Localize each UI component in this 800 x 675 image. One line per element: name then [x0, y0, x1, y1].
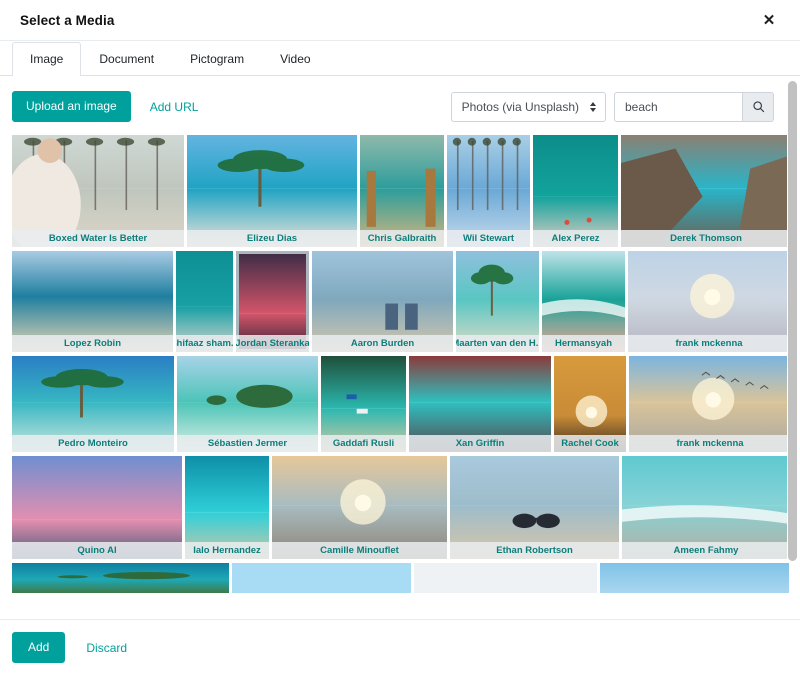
image-credit-label: Derek Thomson	[621, 230, 791, 247]
image-result-tile[interactable]: Boxed Water Is Better	[12, 135, 184, 247]
image-credit-label: Gaddafi Rusli	[321, 435, 406, 452]
image-credit-label: Alex Perez	[533, 230, 618, 247]
image-results-grid[interactable]: Boxed Water Is Better Elizeu Dias	[0, 135, 800, 619]
image-credit-label: Camille Minouflet	[272, 542, 447, 559]
tab-image[interactable]: Image	[12, 42, 81, 76]
image-credit-label: Lopez Robin	[12, 335, 173, 352]
image-result-tile[interactable]: Ameen Fahmy	[622, 456, 790, 559]
tab-label: Document	[99, 52, 154, 66]
results-scrollbar-track[interactable]	[787, 77, 798, 559]
image-result-tile[interactable]: Wil Stewart	[447, 135, 530, 247]
image-result-tile[interactable]: Xan Griffin	[409, 356, 551, 452]
image-credit-label: Maarten van den H...	[456, 335, 539, 352]
image-credit-label: Shifaaz sham...	[176, 335, 233, 352]
image-credit-label: Boxed Water Is Better	[12, 230, 184, 247]
select-media-dialog: Select a Media ✕ Image Document Pictogram V…	[0, 0, 800, 675]
image-credit-label: Xan Griffin	[409, 435, 551, 452]
image-credit-label: Aaron Burden	[312, 335, 453, 352]
add-url-button[interactable]: Add URL	[138, 93, 211, 121]
media-toolbar: Upload an image Add URL Photos (via Unsp…	[0, 76, 800, 135]
add-button[interactable]: Add	[12, 632, 65, 663]
image-result-tile[interactable]	[12, 563, 229, 593]
image-credit-label: frank mckenna	[629, 435, 791, 452]
image-result-tile[interactable]: Lopez Robin	[12, 251, 173, 352]
image-credit-label: Rachel Cook	[554, 435, 626, 452]
image-credit-label: Sébastien Jermer	[177, 435, 318, 452]
close-icon[interactable]: ✕	[758, 9, 780, 31]
tab-pictogram[interactable]: Pictogram	[172, 42, 262, 76]
image-result-tile[interactable]: Ethan Robertson	[450, 456, 619, 559]
dialog-body: Image Document Pictogram Video Upload an im…	[0, 41, 800, 619]
tab-label: Pictogram	[190, 52, 244, 66]
image-credit-label: Elizeu Dias	[187, 230, 357, 247]
image-result-tile[interactable]: Chris Galbraith	[360, 135, 444, 247]
image-credit-label: Quino Al	[12, 542, 182, 559]
search-input[interactable]	[614, 92, 742, 122]
image-grid-row: Lopez Robin Shifaaz sham...	[12, 251, 790, 352]
image-credit-label: Ameen Fahmy	[622, 542, 790, 559]
dialog-footer: Add Discard	[0, 619, 800, 675]
tab-video[interactable]: Video	[262, 42, 328, 76]
image-credit-label: frank mckenna	[628, 335, 790, 352]
image-grid-row: Pedro Monteiro Sébastien Jermer	[12, 356, 790, 452]
image-credit-label: Ethan Robertson	[450, 542, 619, 559]
tab-document[interactable]: Document	[81, 42, 172, 76]
image-credit-label: Ialo Hernandez	[185, 542, 269, 559]
toolbar-right-group: Photos (via Unsplash)	[451, 92, 774, 122]
image-grid-row	[12, 563, 790, 593]
image-result-tile[interactable]	[414, 563, 597, 593]
image-result-tile[interactable]: Jordan Steranka	[236, 251, 309, 352]
media-type-tabs: Image Document Pictogram Video	[0, 41, 800, 76]
discard-button[interactable]: Discard	[74, 634, 139, 662]
upload-image-button[interactable]: Upload an image	[12, 91, 131, 122]
search-icon	[752, 100, 765, 113]
image-result-tile[interactable]: Gaddafi Rusli	[321, 356, 406, 452]
image-result-tile[interactable]: Sébastien Jermer	[177, 356, 318, 452]
image-result-tile[interactable]: Derek Thomson	[621, 135, 791, 247]
tab-label: Image	[30, 52, 63, 66]
image-grid-row: Boxed Water Is Better Elizeu Dias	[12, 135, 790, 247]
image-result-tile[interactable]: frank mckenna	[629, 356, 791, 452]
image-result-tile[interactable]: Aaron Burden	[312, 251, 453, 352]
image-result-tile[interactable]: Rachel Cook	[554, 356, 626, 452]
image-credit-label: Chris Galbraith	[360, 230, 444, 247]
image-grid-row: Quino Al Ialo Hernandez	[12, 456, 790, 559]
image-credit-label: Wil Stewart	[447, 230, 530, 247]
image-result-tile[interactable]: Pedro Monteiro	[12, 356, 174, 452]
tab-label: Video	[280, 52, 310, 66]
image-result-tile[interactable]: Alex Perez	[533, 135, 618, 247]
results-scrollbar-thumb[interactable]	[788, 81, 797, 561]
image-credit-label: Pedro Monteiro	[12, 435, 174, 452]
photo-source-select[interactable]: Photos (via Unsplash)	[451, 92, 606, 122]
image-result-tile[interactable]: frank mckenna	[628, 251, 790, 352]
photo-source-value: Photos (via Unsplash)	[462, 99, 579, 115]
page-title: Select a Media	[20, 13, 114, 28]
image-credit-label: Hermansyah	[542, 335, 625, 352]
search-button[interactable]	[742, 92, 774, 122]
image-result-tile[interactable]: Maarten van den H...	[456, 251, 539, 352]
image-credit-label: Jordan Steranka	[236, 335, 309, 352]
search-group	[614, 92, 774, 122]
image-result-tile[interactable]	[600, 563, 789, 593]
image-result-tile[interactable]: Elizeu Dias	[187, 135, 357, 247]
chevron-updown-icon	[590, 102, 596, 112]
dialog-header: Select a Media ✕	[0, 0, 800, 41]
image-result-tile[interactable]: Quino Al	[12, 456, 182, 559]
image-result-tile[interactable]: Hermansyah	[542, 251, 625, 352]
image-result-tile[interactable]: Shifaaz sham...	[176, 251, 233, 352]
image-result-tile[interactable]: Camille Minouflet	[272, 456, 447, 559]
image-result-tile[interactable]: Ialo Hernandez	[185, 456, 269, 559]
image-result-tile[interactable]	[232, 563, 411, 593]
